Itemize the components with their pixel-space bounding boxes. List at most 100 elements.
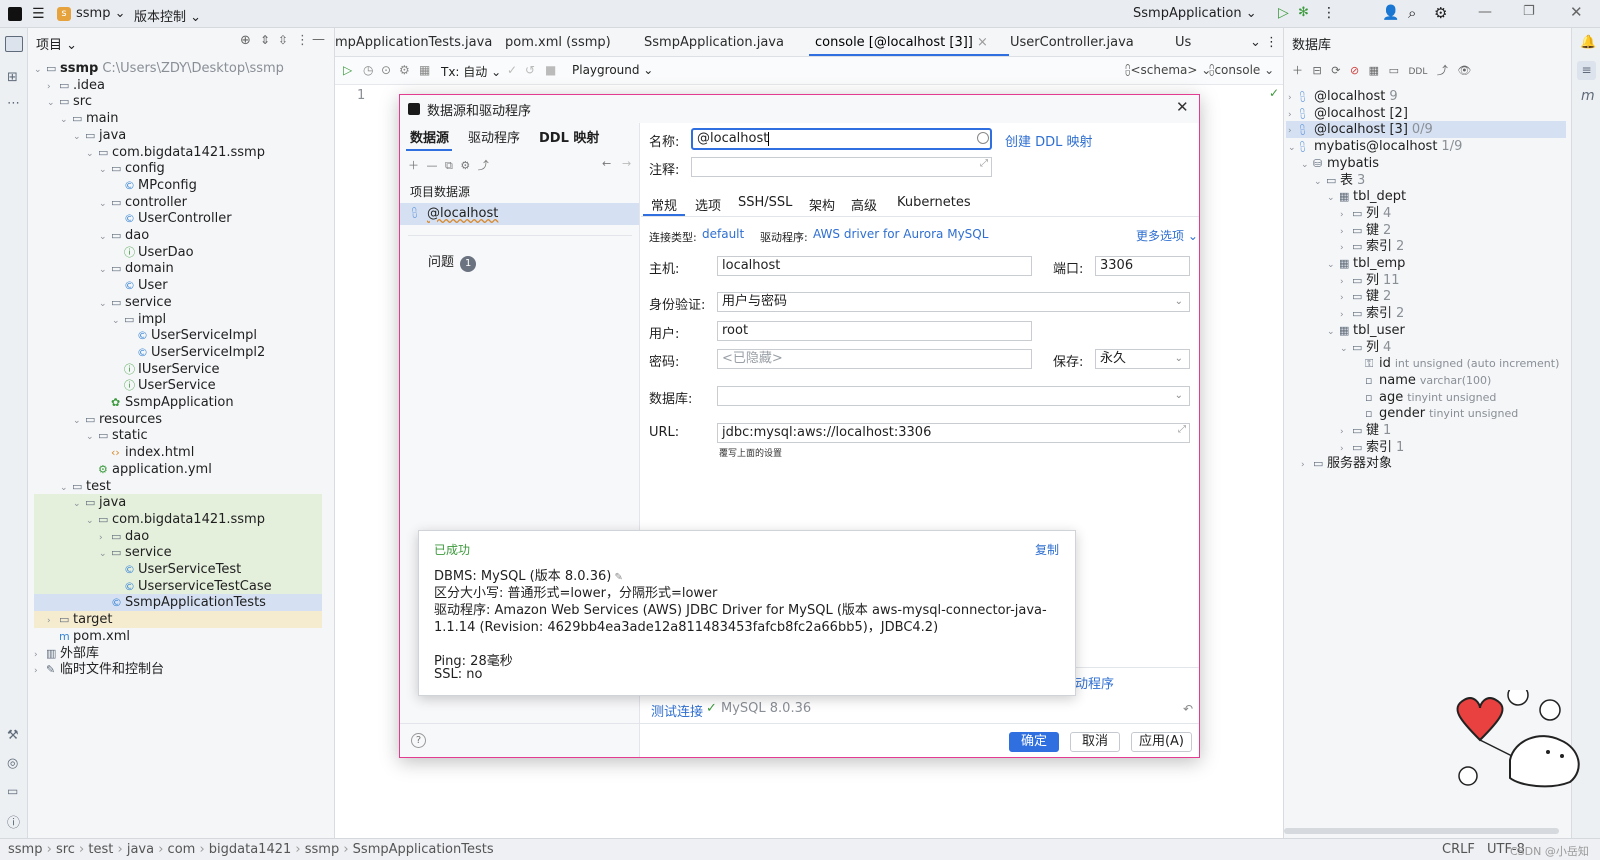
tree-item[interactable]: ⌄ ▭ java bbox=[34, 494, 322, 512]
db-tree-item[interactable]: › ▭ 索引 2 bbox=[1286, 305, 1566, 322]
tab-schemas[interactable]: 架构 bbox=[809, 195, 835, 214]
expand-arrow-icon[interactable]: › bbox=[34, 663, 46, 680]
tab-ssh-ssl[interactable]: SSH/SSL bbox=[738, 195, 792, 210]
connection-type-value[interactable]: default bbox=[702, 227, 744, 241]
tree-item[interactable]: ⌄ ▭ dao bbox=[34, 227, 322, 244]
services-tool-icon[interactable]: ◎ bbox=[7, 756, 18, 771]
account-icon[interactable]: 👤 bbox=[1382, 5, 1399, 21]
url-field[interactable]: jdbc:mysql:aws://localhost:3306 bbox=[717, 423, 1190, 443]
more-actions-icon[interactable]: ⋮ bbox=[1322, 5, 1336, 21]
editor-tab[interactable]: console [@localhost [3]] × bbox=[809, 35, 1009, 56]
forward-icon[interactable]: → bbox=[622, 157, 631, 170]
tree-item[interactable]: › ✎ 临时文件和控制台 bbox=[34, 661, 322, 678]
tree-item[interactable]: ⓘ IUserService bbox=[34, 361, 322, 378]
tab-options[interactable]: 选项 bbox=[695, 195, 721, 214]
cancel-button[interactable]: 取消 bbox=[1070, 732, 1120, 752]
password-field[interactable]: <已隐藏> bbox=[717, 349, 1032, 369]
db-tree-item[interactable]: › ⩉ @localhost [2] bbox=[1286, 105, 1566, 122]
view-options-icon[interactable]: 👁 bbox=[1457, 64, 1471, 77]
tree-item[interactable]: © UserServiceImpl2 bbox=[34, 344, 322, 361]
db-tree-item[interactable]: › ▭ 键 2 bbox=[1286, 222, 1566, 239]
disconnect-icon[interactable]: ⊘ bbox=[1350, 64, 1359, 77]
tree-item[interactable]: © UserserviceTestCase bbox=[34, 577, 322, 595]
history-icon[interactable]: ◷ bbox=[363, 63, 373, 77]
breadcrumb-item[interactable]: ssmp bbox=[8, 842, 42, 857]
console-icon[interactable]: ▭ bbox=[1389, 64, 1399, 77]
project-tool-icon[interactable] bbox=[5, 36, 23, 52]
auth-select[interactable]: 用户与密码 ⌄ bbox=[717, 292, 1190, 312]
breadcrumb-item[interactable]: SsmpApplicationTests bbox=[353, 842, 494, 857]
tree-item[interactable]: ⌄ ▭ test bbox=[34, 478, 322, 495]
structure-tool-icon[interactable]: ⊞ bbox=[7, 70, 18, 85]
hide-panel-icon[interactable]: — bbox=[312, 32, 325, 47]
ok-button[interactable]: 确定 bbox=[1009, 732, 1059, 752]
explain-icon[interactable]: ⊙ bbox=[381, 63, 391, 77]
tree-item[interactable]: m pom.xml bbox=[34, 628, 322, 645]
refresh-icon[interactable]: ⟳ bbox=[1331, 64, 1340, 77]
tree-item[interactable]: ⌄ ▭ java bbox=[34, 127, 322, 144]
tree-item[interactable]: © UserServiceTest bbox=[34, 561, 322, 578]
notifications-icon[interactable]: 🔔 bbox=[1580, 35, 1596, 50]
tx-mode-selector[interactable]: Tx: 自动 ⌄ bbox=[441, 63, 501, 80]
terminal-tool-icon[interactable]: ▭ bbox=[7, 784, 18, 798]
tree-item[interactable]: ⌄ ▭ src bbox=[34, 93, 322, 110]
build-tool-icon[interactable]: ⚒ bbox=[7, 728, 19, 743]
minimize-icon[interactable]: — bbox=[1478, 4, 1492, 20]
stop-icon[interactable]: ■ bbox=[545, 63, 556, 77]
datasource-item-localhost[interactable]: ⩉ @localhost bbox=[400, 203, 639, 225]
save-select[interactable]: 永久 ⌄ bbox=[1095, 349, 1190, 369]
tree-item[interactable]: › ▭ target bbox=[34, 611, 322, 629]
create-ddl-mapping-link[interactable]: 创建 DDL 映射 bbox=[1005, 131, 1093, 150]
properties-icon[interactable]: ⊟ bbox=[1313, 64, 1322, 77]
collapse-all-icon[interactable]: ⇳ bbox=[278, 33, 288, 47]
locate-icon[interactable]: ⊕ bbox=[240, 33, 251, 48]
editor-tab[interactable]: pom.xml (ssmp) bbox=[505, 35, 611, 50]
db-tree-item[interactable]: ⌄ ⩉ mybatis@localhost 1/9 bbox=[1286, 138, 1566, 155]
search-icon[interactable]: ⌕ bbox=[1408, 4, 1416, 22]
db-tree-item[interactable]: › ▭ 列 4 bbox=[1286, 205, 1566, 222]
tree-item[interactable]: ⌄ ▭ service bbox=[34, 294, 322, 311]
tree-item[interactable]: ⌄ ▭ resources bbox=[34, 411, 322, 428]
expand-collapse-icon[interactable]: ⇕ bbox=[260, 33, 270, 47]
tab-advanced[interactable]: 高级 bbox=[851, 195, 877, 214]
name-field[interactable]: @localhost bbox=[691, 128, 992, 150]
breadcrumb-item[interactable]: bigdata1421 bbox=[209, 842, 291, 857]
tab-datasources[interactable]: 数据源 bbox=[410, 127, 449, 146]
editor-tab[interactable]: UserController.java bbox=[1010, 35, 1134, 50]
commit-icon[interactable]: ✓ bbox=[507, 63, 517, 77]
breadcrumb-item[interactable]: ssmp bbox=[305, 842, 339, 857]
main-menu-icon[interactable]: ☰ bbox=[32, 6, 45, 22]
db-tree-item[interactable]: › ▭ 索引 2 bbox=[1286, 238, 1566, 255]
db-tree-item[interactable]: ⌄ ▭ 表 3 bbox=[1286, 172, 1566, 189]
db-tree-item[interactable]: › ⩉ @localhost 9 bbox=[1286, 88, 1566, 105]
maximize-icon[interactable]: ❐ bbox=[1523, 4, 1535, 19]
rollback-icon[interactable]: ↺ bbox=[525, 63, 535, 77]
db-tree-item[interactable]: › ▭ 列 11 bbox=[1286, 272, 1566, 289]
tree-item[interactable]: ⌄ ▭ com.bigdata1421.ssmp bbox=[34, 144, 322, 161]
panel-options-icon[interactable]: ⋮ bbox=[296, 33, 309, 48]
tree-item[interactable]: › ▥ 外部库 bbox=[34, 645, 322, 662]
tree-item[interactable]: › ▭ .idea bbox=[34, 77, 322, 94]
breadcrumb-item[interactable]: src bbox=[56, 842, 75, 857]
driver-link-partial[interactable]: 动程序 bbox=[1075, 673, 1114, 692]
settings-icon[interactable]: ⚙ bbox=[1434, 4, 1447, 22]
expand-comment-icon[interactable]: ⤢ bbox=[980, 158, 988, 169]
tree-item[interactable]: ⌄ ▭ service bbox=[34, 544, 322, 562]
tree-item[interactable]: ⚙ application.yml bbox=[34, 461, 322, 478]
db-tree-item[interactable]: › ▭ 索引 1 bbox=[1286, 439, 1566, 456]
console-selector[interactable]: ⩉console ⌄ bbox=[1209, 63, 1274, 78]
editor-tab[interactable]: SsmpApplication.java bbox=[644, 35, 784, 50]
datasource-settings-icon[interactable]: ⚙ bbox=[460, 159, 470, 172]
db-tree-item[interactable]: › ▭ 键 2 bbox=[1286, 288, 1566, 305]
comment-field[interactable] bbox=[691, 157, 992, 177]
add-datasource-icon[interactable]: ＋ bbox=[408, 159, 419, 172]
tree-item[interactable]: ⓘ UserService bbox=[34, 377, 322, 394]
line-separator-indicator[interactable]: CRLF bbox=[1442, 842, 1475, 857]
problems-item[interactable]: 问题 1 bbox=[428, 251, 477, 272]
tree-item[interactable]: ⌄ ▭ domain bbox=[34, 260, 322, 277]
breadcrumb-item[interactable]: com bbox=[168, 842, 196, 857]
breadcrumb-item[interactable]: test bbox=[88, 842, 113, 857]
breadcrumb-item[interactable]: java bbox=[127, 842, 154, 857]
close-tab-icon[interactable]: × bbox=[973, 35, 988, 50]
schema-selector[interactable]: ⩉<schema> ⌄ bbox=[1125, 63, 1211, 78]
